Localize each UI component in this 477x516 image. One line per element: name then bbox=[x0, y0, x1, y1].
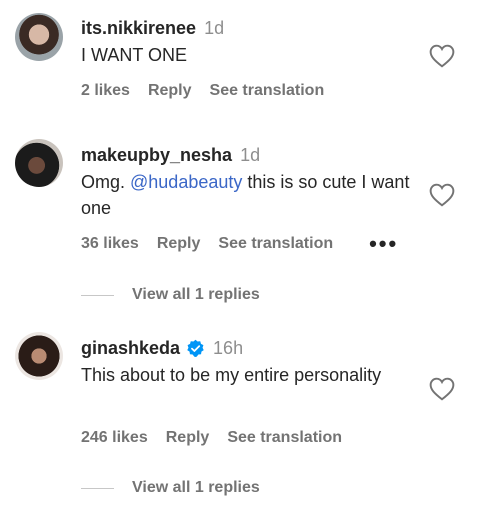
comment-actions: 246 likes Reply See translation bbox=[81, 429, 360, 447]
comment-time: 16h bbox=[213, 338, 244, 358]
comment-username[interactable]: makeupby_nesha bbox=[81, 144, 232, 166]
view-replies-button[interactable]: View all 1 replies bbox=[81, 286, 260, 304]
avatar[interactable] bbox=[15, 332, 63, 380]
view-replies-label: View all 1 replies bbox=[132, 286, 260, 303]
mention-link[interactable]: @hudabeauty bbox=[130, 172, 242, 192]
see-translation-link[interactable]: See translation bbox=[227, 429, 342, 447]
comment-username[interactable]: ginashkeda bbox=[81, 337, 180, 359]
reply-button[interactable]: Reply bbox=[157, 235, 201, 253]
view-replies-button[interactable]: View all 1 replies bbox=[81, 479, 260, 497]
likes-count[interactable]: 246 likes bbox=[81, 429, 148, 447]
comment-time: 1d bbox=[240, 145, 261, 165]
see-translation-link[interactable]: See translation bbox=[210, 82, 325, 100]
likes-count[interactable]: 36 likes bbox=[81, 235, 139, 253]
comment-actions: 36 likes Reply See translation ••• bbox=[81, 233, 416, 255]
verified-badge-icon bbox=[187, 339, 204, 357]
divider-line bbox=[81, 487, 114, 489]
heart-outline-icon[interactable] bbox=[429, 377, 455, 401]
heart-outline-icon[interactable] bbox=[429, 44, 455, 68]
comment-text: Omg. @hudabeauty this is so cute I want … bbox=[81, 169, 427, 221]
divider-line bbox=[81, 294, 114, 296]
reply-button[interactable]: Reply bbox=[148, 82, 192, 100]
more-options-icon[interactable]: ••• bbox=[369, 233, 398, 255]
comment-text: This about to be my entire personality bbox=[81, 365, 382, 385]
view-replies-label: View all 1 replies bbox=[132, 479, 260, 496]
avatar[interactable] bbox=[15, 13, 63, 61]
heart-outline-icon[interactable] bbox=[429, 183, 455, 207]
comment-time: 1d bbox=[204, 18, 225, 38]
reply-button[interactable]: Reply bbox=[166, 429, 210, 447]
comment-actions: 2 likes Reply See translation bbox=[81, 82, 342, 100]
comment-text: I WANT ONE bbox=[81, 45, 188, 65]
comment-username[interactable]: its.nikkirenee bbox=[81, 17, 196, 39]
comment-text-part: Omg. bbox=[81, 172, 131, 192]
avatar[interactable] bbox=[15, 139, 63, 187]
likes-count[interactable]: 2 likes bbox=[81, 82, 130, 100]
see-translation-link[interactable]: See translation bbox=[218, 235, 333, 253]
